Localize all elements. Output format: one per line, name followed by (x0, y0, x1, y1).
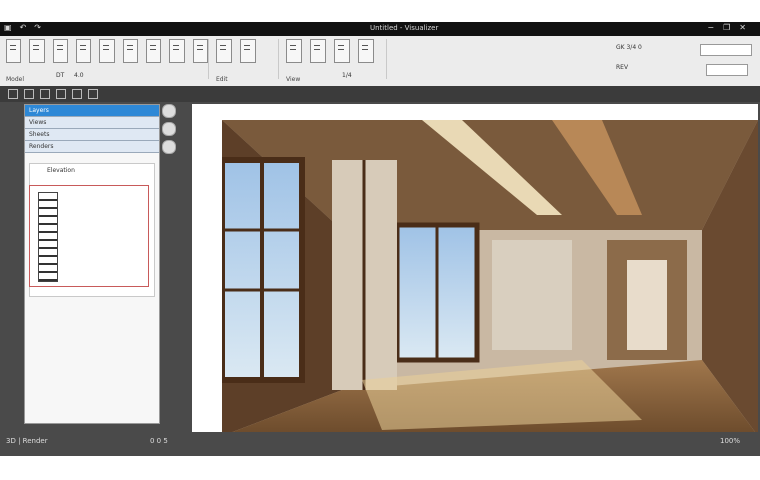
column-button[interactable] (145, 39, 162, 63)
window-title: Untitled - Visualizer (370, 24, 439, 32)
copy-button[interactable] (240, 39, 256, 63)
panel-row-layers[interactable]: Layers (25, 105, 159, 117)
bottom-margin (0, 456, 760, 480)
stair-button[interactable] (192, 39, 208, 63)
roof-button[interactable] (75, 39, 92, 63)
quick-access-toolbar: ▣ ↶ ↷ (4, 23, 41, 32)
status-zoom: 100% (720, 437, 741, 445)
interior-render (222, 120, 758, 436)
interior-render-image (222, 120, 758, 436)
wall-button[interactable] (6, 39, 22, 63)
ribbon-group-model (0, 39, 209, 79)
window-controls: − ❐ ✕ (707, 23, 746, 32)
status-bar: 3D | Render 0 0 5 100% (0, 432, 760, 456)
pan-tool-icon[interactable] (24, 89, 34, 99)
select-tool-icon[interactable] (8, 89, 18, 99)
beam-button[interactable] (169, 39, 185, 63)
ribbon-group-view (280, 39, 387, 79)
title-bar: ▣ ↶ ↷ Untitled - Visualizer − ❐ ✕ (0, 22, 760, 36)
ribbon-right-label-1: GK 3/4 0 (616, 44, 642, 51)
ribbon-group-label-edit: Edit (216, 76, 228, 83)
view-cube-icon[interactable] (162, 122, 176, 136)
orbit-tool-icon[interactable] (56, 89, 66, 99)
zoom-extents-icon[interactable] (162, 140, 176, 154)
ribbon-small-text-1: DT (56, 72, 65, 79)
render-button[interactable] (358, 39, 374, 63)
ribbon-group-label-model: Model (6, 76, 25, 83)
status-center: 0 0 5 (150, 437, 168, 445)
secondary-toolbar (0, 86, 760, 102)
elevation-thumbnail[interactable] (29, 185, 149, 287)
section-view-button[interactable] (334, 39, 350, 63)
move-button[interactable] (216, 39, 232, 63)
measure-tool-icon[interactable] (72, 89, 82, 99)
ceiling-button[interactable] (122, 39, 138, 63)
maximize-icon[interactable]: ❐ (723, 23, 730, 32)
save-icon[interactable]: ▣ (4, 23, 12, 32)
ribbon-group-label-view: View (286, 76, 301, 83)
elevation-strip (38, 192, 58, 282)
side-tool-column (162, 104, 178, 156)
ribbon: Model Edit View DT 4.0 1/4 GK 3/4 0 REV (0, 36, 760, 87)
close-icon[interactable]: ✕ (739, 23, 746, 32)
3d-view-button[interactable] (286, 39, 302, 63)
panel-row-label: Renders (29, 143, 54, 150)
search-input[interactable] (700, 44, 752, 56)
plan-view-button[interactable] (310, 39, 326, 63)
ribbon-small-text-2: 4.0 (74, 72, 84, 79)
minimize-icon[interactable]: − (707, 23, 714, 32)
zoom-tool-icon[interactable] (40, 89, 50, 99)
panel-row-label: Views (29, 119, 47, 126)
settings-tool-icon[interactable] (88, 89, 98, 99)
redo-icon[interactable]: ↷ (34, 23, 41, 32)
ribbon-small-text-3: 1/4 (342, 72, 352, 79)
undo-icon[interactable]: ↶ (20, 23, 27, 32)
panel-row-views[interactable]: Views (25, 117, 159, 129)
panel-row-label: Layers (29, 107, 49, 114)
project-browser-panel: Layers Views Sheets Renders Elevation (24, 104, 160, 424)
status-left: 3D | Render (6, 437, 48, 445)
panel-row-renders[interactable]: Renders (25, 141, 159, 153)
navigation-wheel-icon[interactable] (162, 104, 176, 118)
ribbon-group-edit (210, 39, 279, 79)
panel-row-label: Sheets (29, 131, 50, 138)
filter-input[interactable] (706, 64, 748, 76)
panel-row-sheets[interactable]: Sheets (25, 129, 159, 141)
door-button[interactable] (29, 39, 45, 63)
ribbon-right-label-2: REV (616, 64, 629, 71)
thumbnail-label: Elevation (47, 167, 75, 174)
floor-button[interactable] (99, 39, 115, 63)
window-button[interactable] (52, 39, 68, 63)
